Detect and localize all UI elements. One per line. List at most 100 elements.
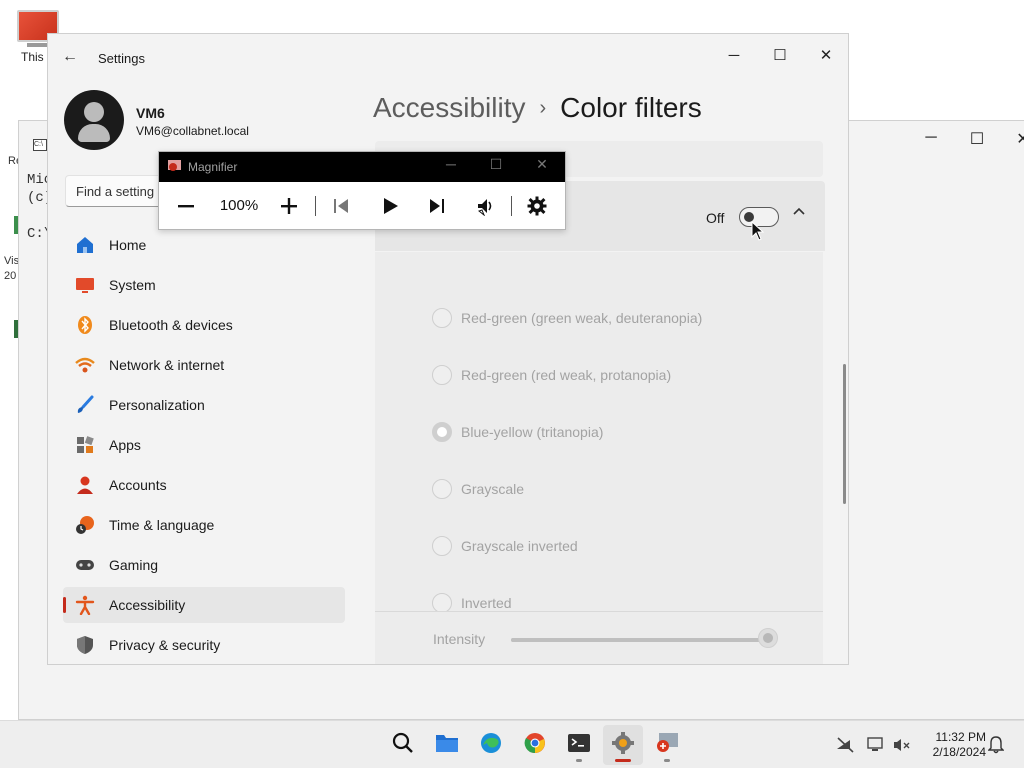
radio-button[interactable]: [432, 593, 452, 613]
magnifier-title: Magnifier: [188, 160, 238, 174]
settings-window[interactable]: ← Settings ─ ☐ ✕ VM6 VM6@collabnet.local…: [47, 33, 849, 665]
zoom-in-button[interactable]: [274, 192, 304, 220]
magnifier-app-icon: [168, 160, 182, 173]
radio-button-selected[interactable]: [432, 422, 452, 442]
read-from-here-icon[interactable]: [471, 192, 501, 220]
apps-icon: [75, 435, 95, 455]
radio-button[interactable]: [432, 536, 452, 556]
previous-icon[interactable]: [326, 192, 356, 220]
edge-icon: [479, 731, 503, 760]
radio-button[interactable]: [432, 365, 452, 385]
home-icon: [75, 235, 95, 255]
mouse-cursor-icon: [751, 220, 765, 246]
taskbar-magnifier[interactable]: [647, 725, 687, 765]
breadcrumb: Accessibility › Color filters: [373, 92, 702, 124]
sidebar-item-personalization[interactable]: Personalization: [63, 387, 345, 423]
taskbar-search-button[interactable]: [383, 725, 423, 765]
avatar[interactable]: [64, 90, 124, 150]
bluetooth-icon: [75, 315, 95, 335]
zoom-level: 100%: [219, 197, 259, 214]
clock-date: 2/18/2024: [932, 745, 986, 759]
page-title: Color filters: [560, 92, 702, 123]
volume-muted-icon[interactable]: [892, 735, 912, 755]
sidebar-item-gaming[interactable]: Gaming: [63, 547, 345, 583]
desktop-fragment-20: 20: [4, 270, 17, 282]
wifi-icon: [75, 355, 95, 375]
settings-titlebar[interactable]: ← Settings ─ ☐ ✕: [48, 34, 848, 82]
filter-option-grayscale[interactable]: Grayscale: [432, 478, 524, 500]
console-tab-icon: C:\: [33, 139, 47, 151]
breadcrumb-parent[interactable]: Accessibility: [373, 92, 525, 123]
close-button[interactable]: ✕: [803, 40, 848, 72]
radio-button[interactable]: [432, 479, 452, 499]
system-icon: [75, 275, 95, 295]
sidebar-item-accounts[interactable]: Accounts: [63, 467, 345, 503]
chevron-up-icon[interactable]: [792, 204, 806, 221]
sidebar-item-system[interactable]: System: [63, 267, 345, 303]
accessibility-icon: [75, 595, 95, 615]
console-maximize-button[interactable]: ☐: [957, 129, 997, 149]
sidebar-item-home[interactable]: Home: [63, 227, 345, 263]
filter-option-tritanopia[interactable]: Blue-yellow (tritanopia): [432, 421, 603, 443]
search-icon: [392, 732, 414, 759]
color-filters-toggle-label: Off: [706, 210, 725, 226]
chevron-right-icon: ›: [539, 97, 547, 119]
desktop-fragment-vis: Vis: [4, 255, 20, 267]
clock[interactable]: 11:32 PM 2/18/2024: [920, 730, 986, 760]
taskbar-settings[interactable]: [603, 725, 643, 765]
file-explorer-icon: [435, 732, 459, 759]
intensity-slider[interactable]: [511, 638, 771, 642]
toolbar-separator: [511, 196, 512, 216]
terminal-icon: [567, 733, 591, 758]
radio-button[interactable]: [432, 308, 452, 328]
no-network-icon[interactable]: [835, 735, 855, 755]
next-icon[interactable]: [422, 192, 452, 220]
time-language-icon: [75, 515, 95, 535]
magnifier-maximize-button[interactable]: ☐: [484, 156, 508, 173]
taskbar-chrome[interactable]: [515, 725, 555, 765]
magnifier-icon: [655, 732, 679, 759]
intensity-slider-thumb[interactable]: [758, 628, 779, 648]
console-minimize-button[interactable]: ─: [911, 129, 951, 147]
zoom-out-button[interactable]: [171, 192, 201, 220]
back-arrow-icon[interactable]: ←: [62, 48, 78, 66]
sidebar-item-accessibility[interactable]: Accessibility: [63, 587, 345, 623]
taskbar: 11:32 PM 2/18/2024: [0, 720, 1024, 768]
sidebar-item-apps[interactable]: Apps: [63, 427, 345, 463]
scrollbar[interactable]: [843, 364, 846, 504]
maximize-button[interactable]: ☐: [757, 40, 803, 72]
console-close-button[interactable]: ✕: [1003, 129, 1024, 149]
filter-option-grayscale-inverted[interactable]: Grayscale inverted: [432, 535, 578, 557]
sidebar-item-bluetooth[interactable]: Bluetooth & devices: [63, 307, 345, 343]
color-filter-options: Red-green (green weak, deuteranopia) Red…: [375, 252, 823, 613]
minimize-button[interactable]: ─: [711, 40, 757, 72]
filter-option-protanopia[interactable]: Red-green (red weak, protanopia): [432, 364, 671, 386]
profile-name: VM6: [136, 105, 165, 121]
magnifier-window[interactable]: Magnifier ─ ☐ ✕ 100%: [158, 151, 566, 230]
settings-app-title: Settings: [98, 51, 145, 66]
intensity-label: Intensity: [433, 631, 486, 647]
search-placeholder: Find a setting: [76, 184, 155, 199]
sidebar-item-privacy-security[interactable]: Privacy & security: [63, 627, 345, 663]
accounts-icon: [75, 475, 95, 495]
taskbar-terminal[interactable]: [559, 725, 599, 765]
intensity-row: Intensity: [375, 612, 823, 664]
magnifier-toolbar: 100%: [159, 182, 565, 230]
sidebar-item-network[interactable]: Network & internet: [63, 347, 345, 383]
taskbar-edge[interactable]: [471, 725, 511, 765]
intensity-slider-fill: [511, 638, 769, 642]
taskbar-file-explorer[interactable]: [427, 725, 467, 765]
gear-icon[interactable]: [522, 192, 552, 220]
network-icon[interactable]: [866, 735, 886, 755]
gamepad-icon: [75, 555, 95, 575]
sidebar-item-time-language[interactable]: Time & language: [63, 507, 345, 543]
chrome-icon: [523, 731, 547, 760]
play-icon[interactable]: [375, 192, 405, 220]
settings-icon: [611, 731, 635, 760]
magnifier-close-button[interactable]: ✕: [530, 156, 554, 173]
magnifier-titlebar[interactable]: Magnifier ─ ☐ ✕: [159, 152, 565, 182]
notification-bell-icon[interactable]: [986, 735, 1006, 755]
shield-icon: [75, 635, 95, 655]
filter-option-deuteranopia[interactable]: Red-green (green weak, deuteranopia): [432, 307, 702, 329]
magnifier-minimize-button[interactable]: ─: [439, 156, 463, 172]
